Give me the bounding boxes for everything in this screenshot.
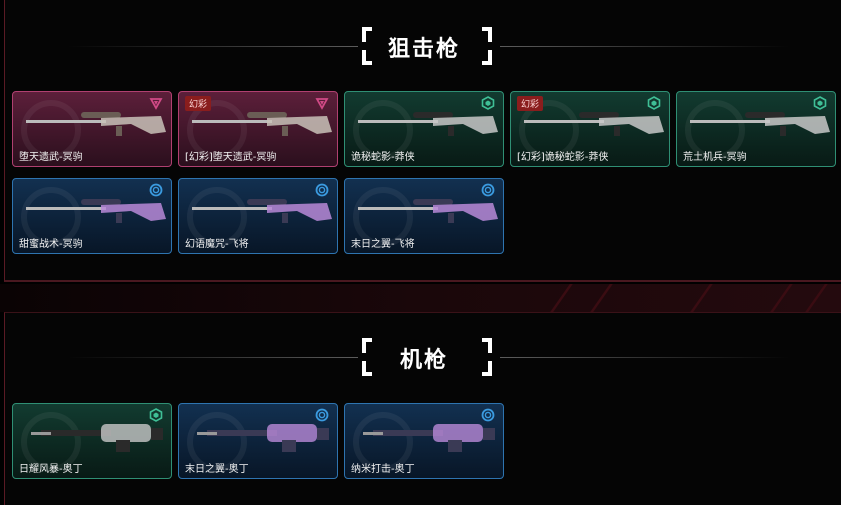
skin-name: 堕天遗武-冥驹 xyxy=(19,152,83,163)
skin-name: [幻彩]堕天遗武-冥驹 xyxy=(185,152,277,163)
section-title: 机枪 xyxy=(400,347,449,373)
skin-card[interactable]: 荒土机兵-冥驹 xyxy=(676,91,836,167)
variant-badge: 幻彩 xyxy=(185,96,212,111)
skin-name: 诡秘蛇影-莽侠 xyxy=(351,152,415,163)
section-header-machinegun: 机枪 xyxy=(0,338,841,378)
section-header-sniper: 狙击枪 xyxy=(0,27,841,67)
bracket-right-icon xyxy=(478,338,492,376)
skin-card[interactable]: 幻语魔咒-飞将 xyxy=(178,178,338,254)
skin-name: 末日之翼-飞将 xyxy=(351,239,415,250)
section-divider xyxy=(0,284,841,312)
skin-name: 纳米打击-奥丁 xyxy=(351,464,415,475)
skin-card[interactable]: 末日之翼-奥丁 xyxy=(178,403,338,479)
skin-card[interactable]: 幻彩 [幻彩]堕天遗武-冥驹 xyxy=(178,91,338,167)
bracket-left-icon xyxy=(362,27,376,65)
skin-card[interactable]: 日耀风暴-奥丁 xyxy=(12,403,172,479)
skin-name: [幻彩]诡秘蛇影-莽侠 xyxy=(517,152,609,163)
variant-badge: 幻彩 xyxy=(517,96,544,111)
skin-name: 末日之翼-奥丁 xyxy=(185,464,249,475)
skin-card[interactable]: 末日之翼-飞将 xyxy=(344,178,504,254)
skin-card[interactable]: 甜蜜战术-冥驹 xyxy=(12,178,172,254)
skin-card[interactable]: 纳米打击-奥丁 xyxy=(344,403,504,479)
header-line-right xyxy=(500,357,790,358)
skin-card[interactable]: 幻彩 [幻彩]诡秘蛇影-莽侠 xyxy=(510,91,670,167)
skin-card[interactable]: 诡秘蛇影-莽侠 xyxy=(344,91,504,167)
skin-name: 日耀风暴-奥丁 xyxy=(19,464,83,475)
skin-card[interactable]: 堕天遗武-冥驹 xyxy=(12,91,172,167)
section-title: 狙击枪 xyxy=(388,36,461,62)
skin-name: 幻语魔咒-飞将 xyxy=(185,239,249,250)
header-line-left xyxy=(68,357,358,358)
skin-name: 荒土机兵-冥驹 xyxy=(683,152,747,163)
header-line-left xyxy=(68,46,358,47)
header-line-right xyxy=(500,46,790,47)
bracket-left-icon xyxy=(362,338,376,376)
skin-name: 甜蜜战术-冥驹 xyxy=(19,239,83,250)
bracket-right-icon xyxy=(478,27,492,65)
